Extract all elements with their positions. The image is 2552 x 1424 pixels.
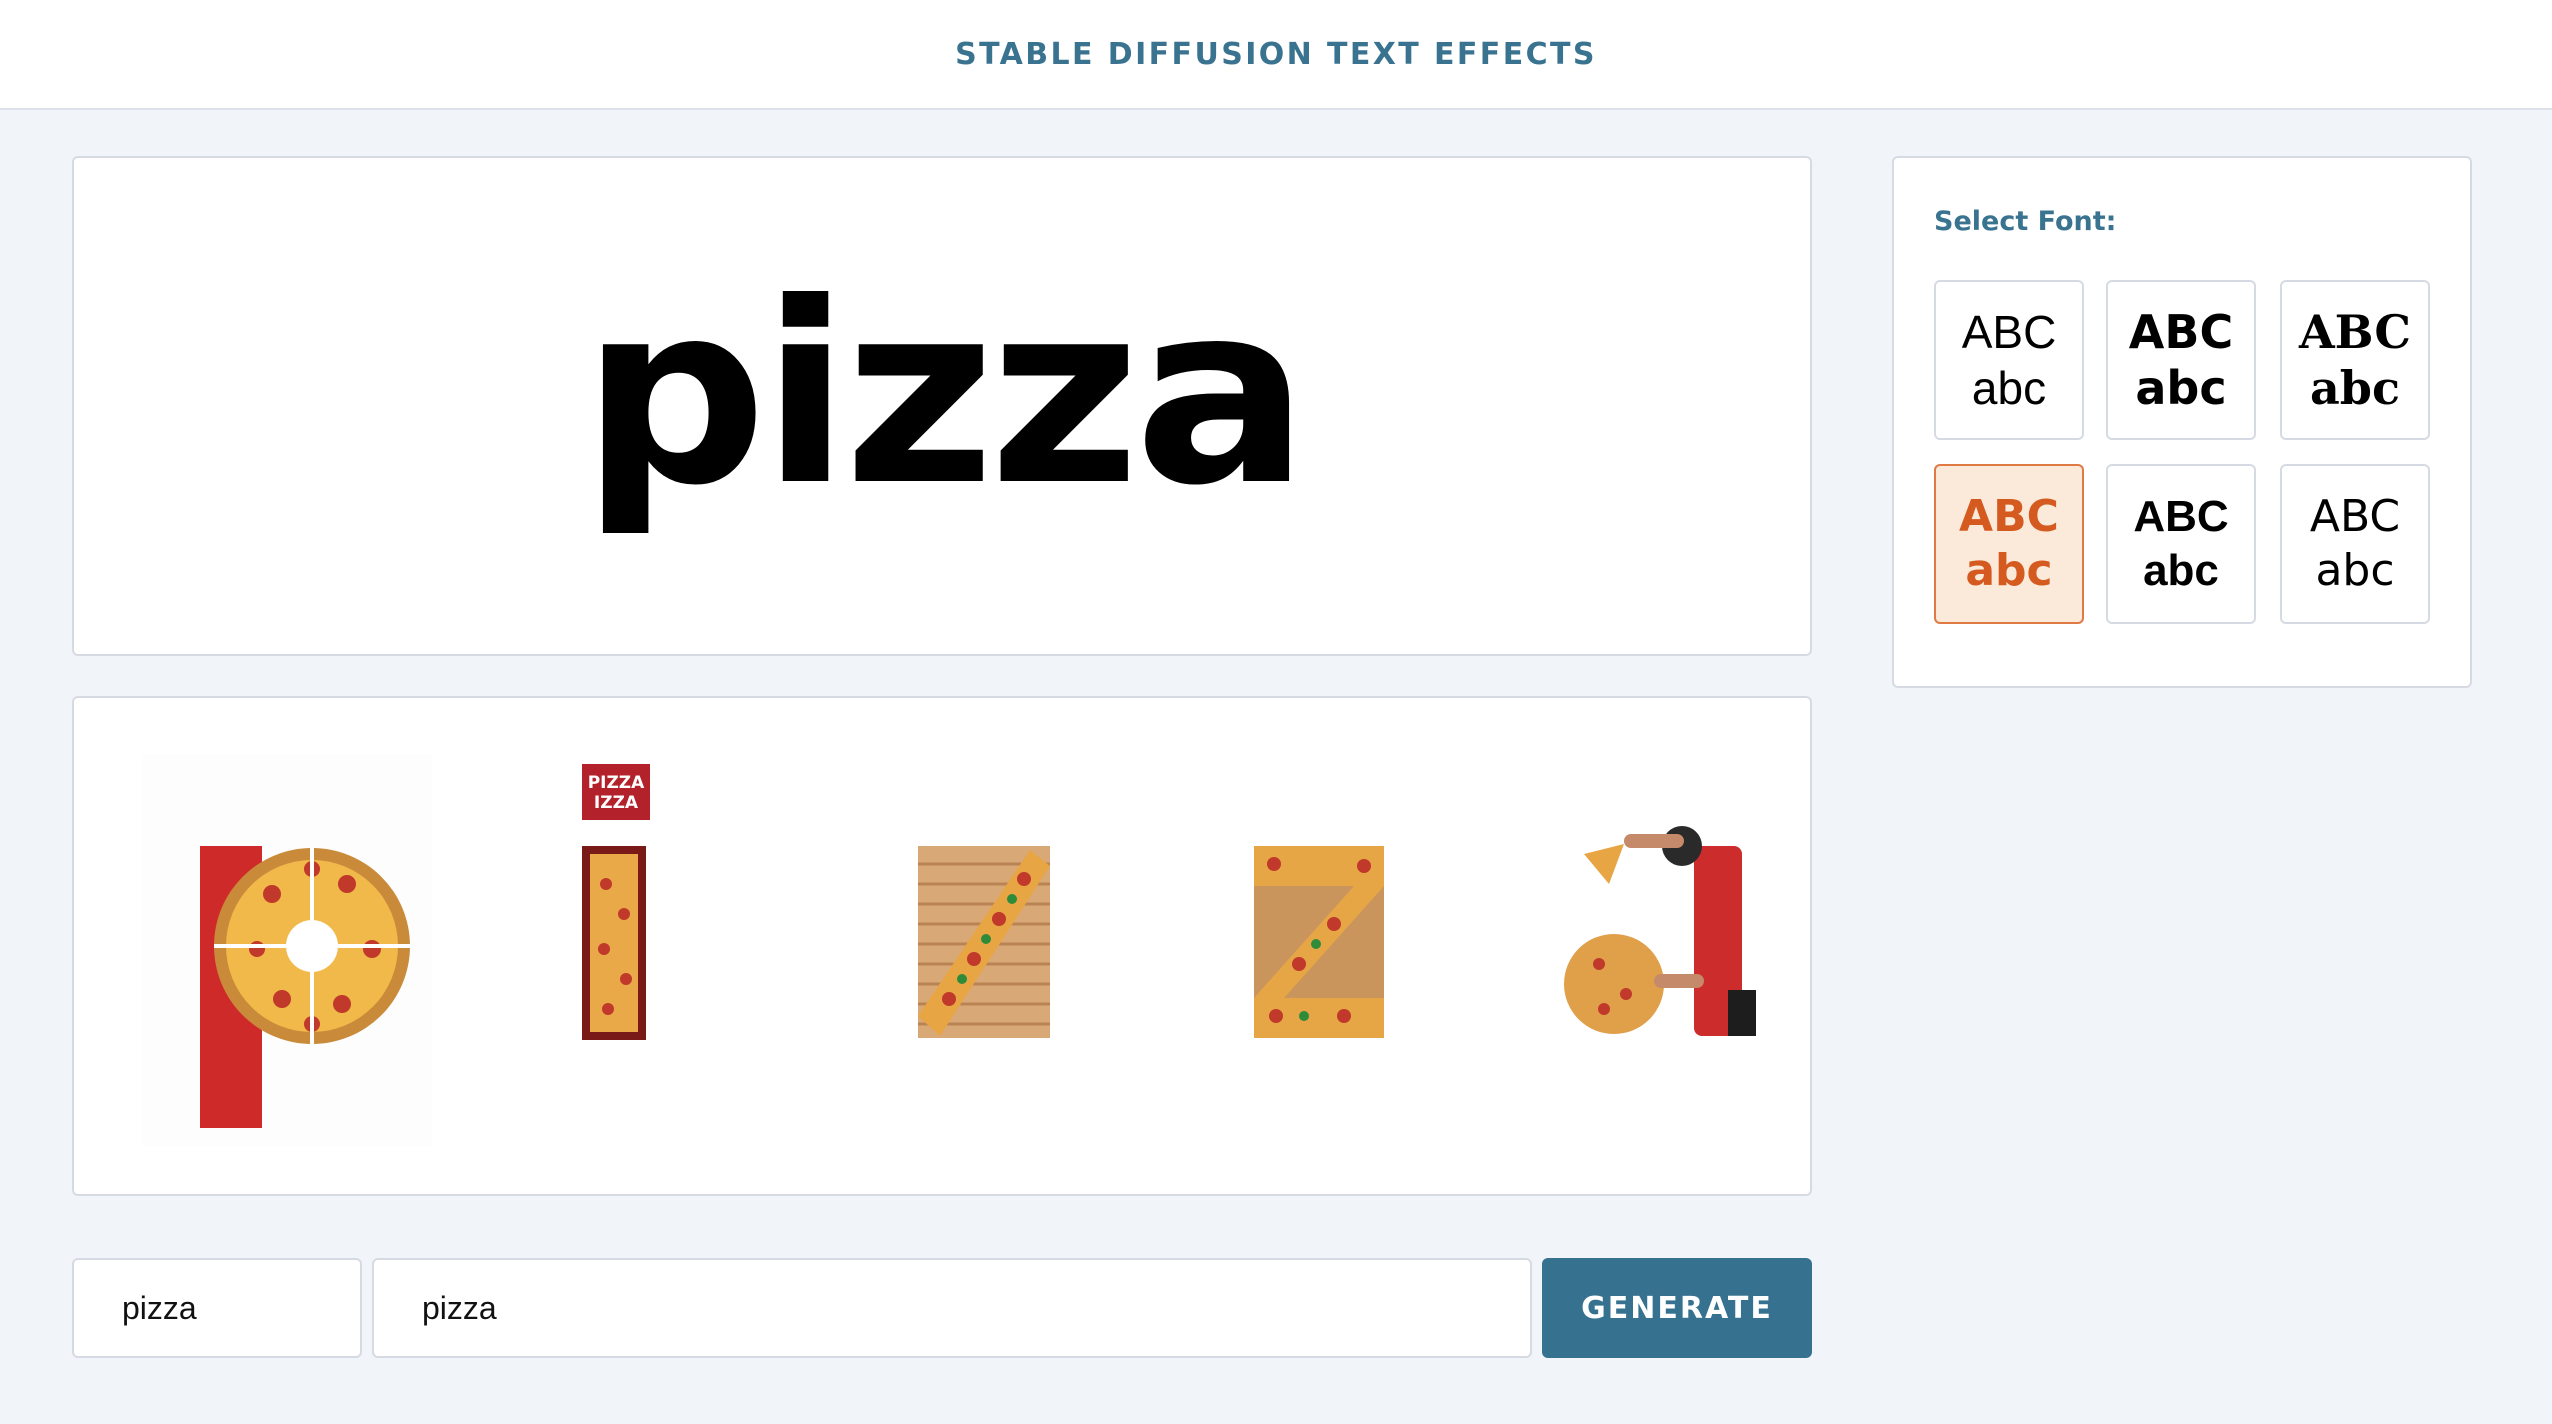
- pizza-letter-i-image: PIZZA IZZA: [494, 754, 784, 1146]
- font-sample-lower: abc: [1971, 362, 2047, 414]
- font-option-6[interactable]: ABC abc: [2280, 464, 2430, 624]
- font-sample-lower: abc: [2315, 545, 2395, 596]
- result-letter-a[interactable]: [1514, 754, 1804, 1146]
- font-option-2[interactable]: ABC abc: [2106, 280, 2256, 440]
- text-preview-panel: pizza: [72, 156, 1812, 656]
- prompt-input[interactable]: [372, 1258, 1532, 1358]
- font-sample-upper: ABC: [1961, 305, 2057, 358]
- app-header: STABLE DIFFUSION TEXT EFFECTS: [0, 0, 2552, 110]
- generated-results-panel: PIZZA IZZA: [72, 696, 1812, 1196]
- font-sample-upper: ABC: [2298, 304, 2412, 359]
- font-option-3[interactable]: ABC abc: [2280, 280, 2430, 440]
- pizza-sign-line-1: PIZZA: [588, 773, 645, 793]
- font-sample-lower: abc: [1965, 545, 2053, 596]
- pizza-letter-z-image-1: [854, 754, 1144, 1146]
- pizza-letter-p-image: [142, 754, 432, 1146]
- generate-button[interactable]: GENERATE: [1542, 1258, 1812, 1358]
- font-sample-upper: ABC: [2128, 304, 2234, 359]
- font-sample-upper: ABC: [2309, 491, 2401, 543]
- result-letter-z-1[interactable]: [854, 754, 1144, 1146]
- font-sample-upper: ABC: [2133, 492, 2229, 542]
- page-title: STABLE DIFFUSION TEXT EFFECTS: [955, 36, 1597, 72]
- font-option-1[interactable]: ABC abc: [1934, 280, 2084, 440]
- font-sample-lower: abc: [2143, 546, 2219, 595]
- result-letter-p[interactable]: [142, 754, 432, 1146]
- font-sample-lower: abc: [2310, 361, 2400, 415]
- select-font-label: Select Font:: [1934, 206, 2117, 237]
- result-letter-z-2[interactable]: [1184, 754, 1474, 1146]
- font-sample-upper: ABC: [1959, 491, 2059, 543]
- pizza-letter-z-image-2: [1184, 754, 1474, 1146]
- result-letter-i[interactable]: PIZZA IZZA: [494, 754, 784, 1146]
- pizza-sign-line-2: IZZA: [594, 793, 639, 813]
- word-input[interactable]: [72, 1258, 362, 1358]
- font-sample-lower: abc: [2135, 361, 2227, 415]
- font-selector-panel: Select Font: ABC abc ABC abc ABC abc ABC…: [1892, 156, 2472, 688]
- font-option-4[interactable]: ABC abc: [1934, 464, 2084, 624]
- font-option-5[interactable]: ABC abc: [2106, 464, 2256, 624]
- preview-text: pizza: [580, 249, 1309, 540]
- pizza-letter-a-image: [1514, 754, 1804, 1146]
